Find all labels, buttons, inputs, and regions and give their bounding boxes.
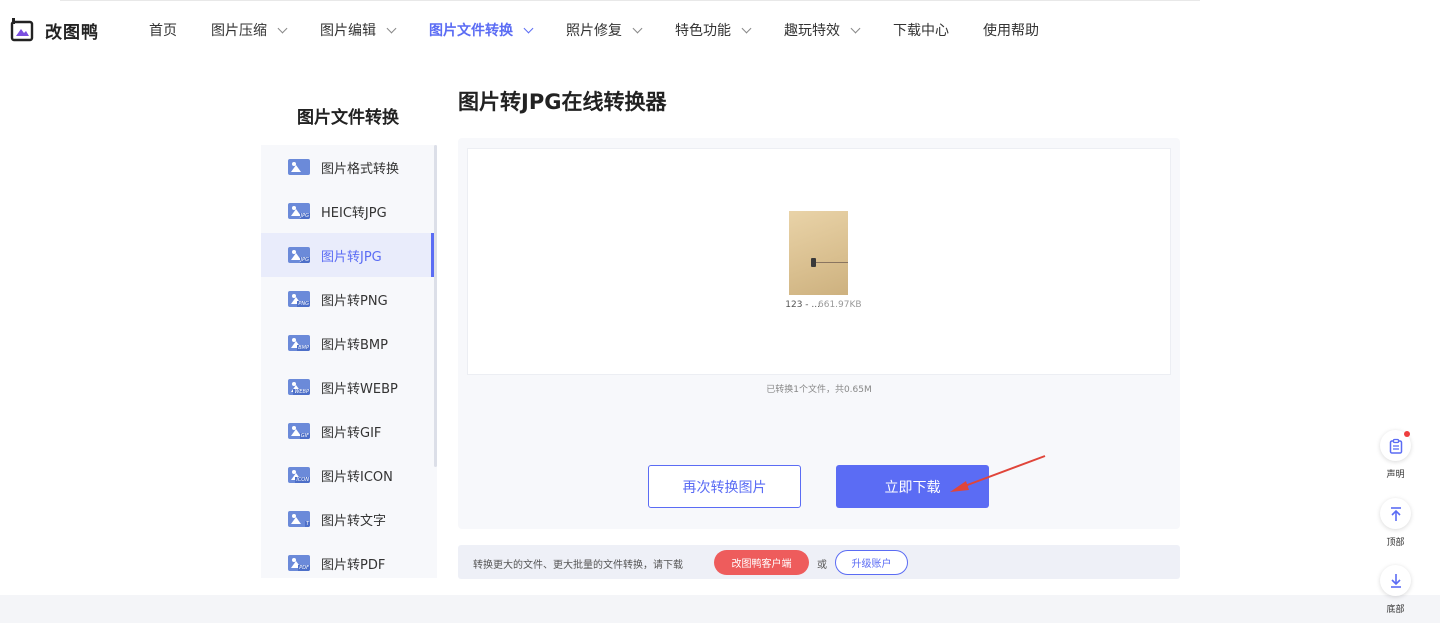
sidebar-item-label: 图片转JPG	[321, 249, 382, 265]
arrow-down-icon	[1390, 573, 1401, 588]
nav-label: 图片压缩	[211, 23, 267, 39]
sidebar-item-image-to-gif[interactable]: GIF 图片转GIF	[261, 409, 433, 453]
sidebar-item-label: 图片转ICON	[321, 469, 393, 485]
promo-or: 或	[817, 560, 827, 571]
chevron-down-icon	[277, 23, 288, 33]
sidebar-item-image-to-webp[interactable]: WEBP 图片转WEBP	[261, 365, 433, 409]
chevron-down-icon	[632, 23, 643, 33]
upgrade-account-button[interactable]: 升级账户	[835, 550, 908, 575]
nav-label: 特色功能	[675, 23, 731, 39]
nav-label: 趣玩特效	[784, 23, 840, 39]
nav-label: 首页	[149, 23, 177, 39]
conversion-summary: 已转换1个文件，共0.65M	[766, 385, 872, 395]
sidebar-item-label: 图片转PDF	[321, 557, 386, 573]
nav-help[interactable]: 使用帮助	[983, 20, 1039, 40]
sidebar-item-image-to-text[interactable]: T 图片转文字	[261, 497, 433, 541]
webp-icon: WEBP	[288, 379, 310, 395]
nav-label: 图片文件转换	[429, 23, 513, 39]
sidebar-item-image-to-bmp[interactable]: BMP 图片转BMP	[261, 321, 433, 365]
sidebar-item-image-to-jpg[interactable]: JPG 图片转JPG	[261, 233, 434, 277]
sidebar-item-image-to-png[interactable]: PNG 图片转PNG	[261, 277, 433, 321]
go-to-bottom-tool[interactable]: 底部	[1380, 565, 1411, 615]
chevron-down-icon	[850, 23, 861, 33]
nav-label: 照片修复	[566, 23, 622, 39]
nav-fun-effects[interactable]: 趣玩特效	[784, 20, 861, 40]
sidebar-item-label: 图片转WEBP	[321, 381, 398, 397]
nav-download-center[interactable]: 下载中心	[893, 20, 949, 40]
footer-band	[0, 595, 1440, 623]
top-header: 改图鸭 首页 图片压缩 图片编辑 图片文件转换 照片修复 特色功能 趣玩特效 下…	[0, 0, 1440, 60]
sidebar: 图片格式转换 JPG HEIC转JPG JPG 图片转JPG PNG 图片转PN…	[261, 145, 437, 578]
nav-label: 下载中心	[893, 23, 949, 39]
chevron-down-icon	[741, 23, 752, 33]
sidebar-item-image-to-pdf[interactable]: PDF 图片转PDF	[261, 541, 433, 585]
png-icon: PNG	[288, 291, 310, 307]
sidebar-item-label: 图片转GIF	[321, 425, 382, 441]
nav-home[interactable]: 首页	[149, 20, 177, 40]
sidebar-item-label: 图片转BMP	[321, 337, 388, 353]
file-name: 123 - ...	[785, 300, 820, 310]
page-title: 图片转JPG在线转换器	[458, 90, 667, 114]
pdf-icon: PDF	[288, 555, 310, 571]
icon-format-icon: ICON	[288, 467, 310, 483]
sidebar-title: 图片文件转换	[297, 108, 399, 128]
image-convert-icon	[288, 159, 310, 175]
promo-bar: 转换更大的文件、更大批量的文件转换，请下载 改图鸭客户端 或 升级账户	[458, 545, 1180, 579]
nav-label: 使用帮助	[983, 23, 1039, 39]
bmp-icon: BMP	[288, 335, 310, 351]
nav-label: 图片编辑	[320, 23, 376, 39]
sidebar-item-heic-to-jpg[interactable]: JPG HEIC转JPG	[261, 189, 433, 233]
download-client-button[interactable]: 改图鸭客户端	[714, 550, 809, 575]
brand-name: 改图鸭	[45, 22, 99, 43]
duck-logo-icon	[9, 17, 35, 43]
promo-text: 转换更大的文件、更大批量的文件转换，请下载	[473, 560, 683, 571]
sidebar-item-label: 图片转PNG	[321, 293, 388, 309]
text-icon: T	[288, 511, 310, 527]
back-to-top-tool[interactable]: 顶部	[1380, 498, 1411, 548]
file-size: 661.97KB	[818, 300, 862, 310]
jpg-icon: JPG	[288, 247, 310, 263]
nav-special-features[interactable]: 特色功能	[675, 20, 752, 40]
main-nav: 首页 图片压缩 图片编辑 图片文件转换 照片修复 特色功能 趣玩特效 下载中心 …	[149, 0, 1039, 60]
sidebar-item-label: HEIC转JPG	[321, 205, 387, 221]
clipboard-icon	[1389, 438, 1402, 454]
tool-label: 声明	[1386, 470, 1405, 480]
tool-label: 顶部	[1386, 538, 1405, 548]
nav-image-edit[interactable]: 图片编辑	[320, 20, 397, 40]
nav-photo-repair[interactable]: 照片修复	[566, 20, 643, 40]
heic-icon: JPG	[288, 203, 310, 219]
sidebar-item-label: 图片格式转换	[321, 161, 400, 177]
chevron-down-icon	[386, 23, 397, 33]
convert-again-button[interactable]: 再次转换图片	[648, 465, 801, 508]
sidebar-scrollbar[interactable]	[434, 145, 437, 467]
file-thumbnail[interactable]	[789, 211, 848, 295]
sidebar-item-image-to-icon[interactable]: ICON 图片转ICON	[261, 453, 433, 497]
annotation-arrow-icon	[950, 455, 1046, 492]
gif-icon: GIF	[288, 423, 310, 439]
brand-logo[interactable]: 改图鸭	[9, 15, 99, 45]
nav-image-compress[interactable]: 图片压缩	[211, 20, 288, 40]
chevron-down-icon	[523, 23, 534, 33]
arrow-up-icon	[1390, 506, 1401, 521]
nav-image-file-convert[interactable]: 图片文件转换	[429, 20, 534, 40]
sidebar-item-label: 图片转文字	[321, 513, 387, 529]
sidebar-item-image-format-convert[interactable]: 图片格式转换	[261, 145, 433, 189]
notification-dot	[1404, 431, 1410, 437]
statement-tool[interactable]: 声明	[1380, 430, 1411, 480]
tool-label: 底部	[1386, 605, 1405, 615]
